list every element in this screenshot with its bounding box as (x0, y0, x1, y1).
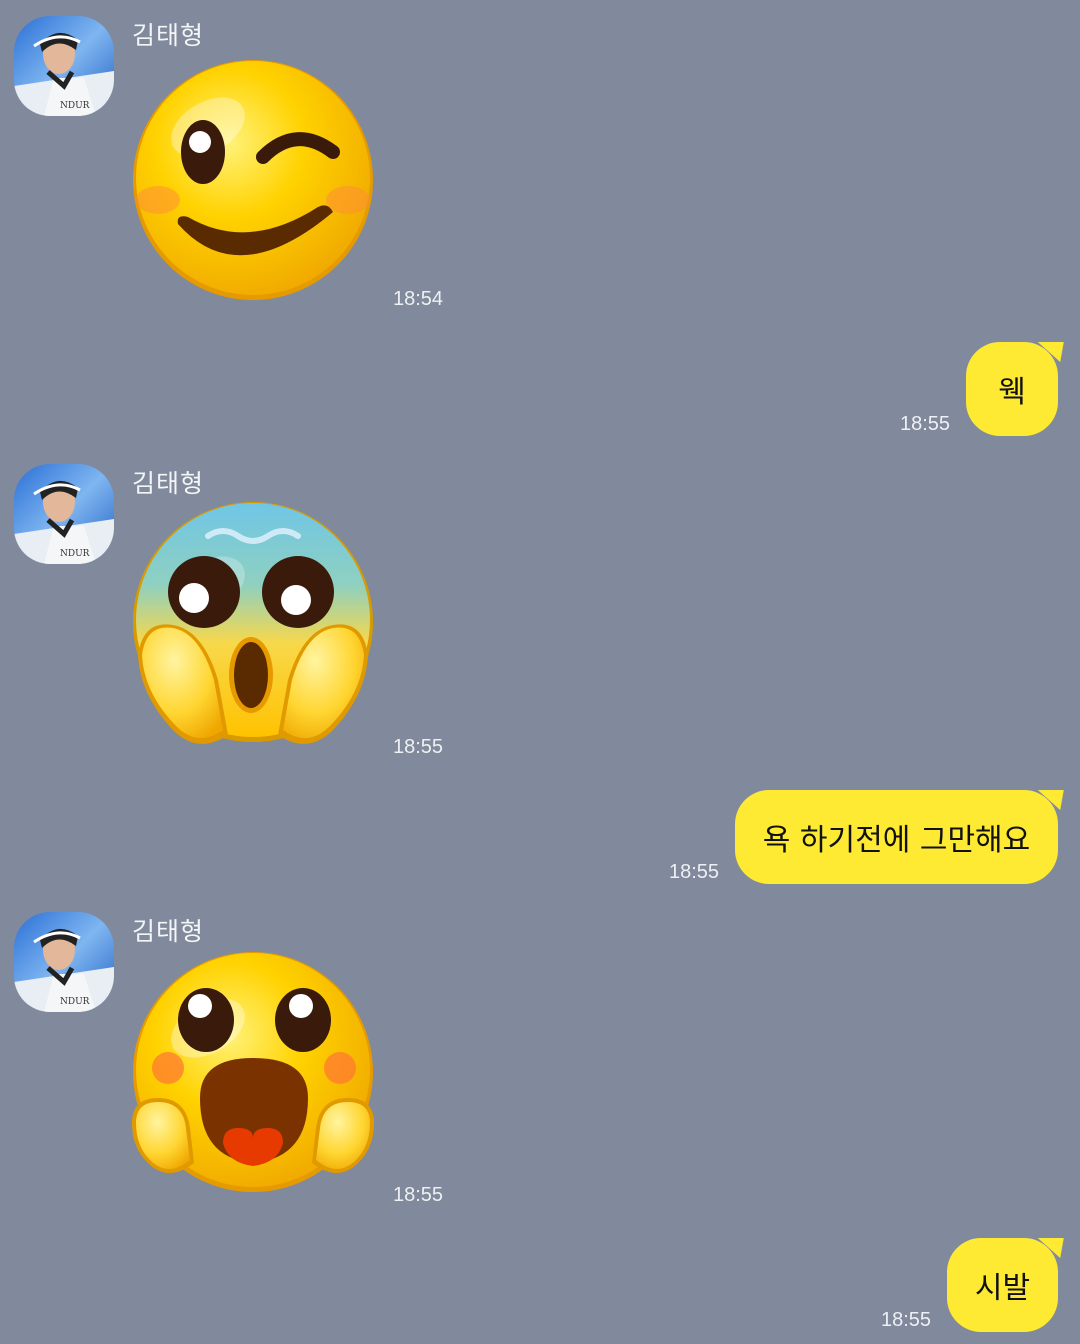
astonished-face-icon[interactable] (128, 948, 378, 1198)
svg-text:NDUR: NDUR (60, 549, 90, 559)
winking-face-icon[interactable] (128, 52, 378, 302)
svg-text:NDUR: NDUR (60, 997, 90, 1007)
message-text: 웩 (998, 375, 1026, 410)
message-time: 18:54 (393, 288, 444, 310)
sent-message-bubble[interactable]: 시발 (947, 1238, 1058, 1332)
sender-name: 김태형 (132, 469, 205, 498)
svg-text:NDUR: NDUR (60, 101, 90, 111)
sender-avatar[interactable]: NDUR (14, 464, 114, 564)
message-text: 시발 (974, 1271, 1031, 1306)
message-time: 18:55 (393, 736, 444, 758)
sender-name: 김태형 (132, 917, 205, 946)
sent-message-bubble[interactable]: 웩 (966, 342, 1058, 436)
message-time: 18:55 (393, 1184, 444, 1206)
chat-room: NDUR 김태형 18:54 18:55 웩 NDUR 김태형 18:55 18… (0, 0, 1080, 1344)
message-time: 18:55 (900, 413, 951, 435)
sender-avatar[interactable]: NDUR (14, 16, 114, 116)
message-text: 욕 하기전에 그만해요 (762, 823, 1031, 858)
message-time: 18:55 (881, 1309, 932, 1331)
sent-message-bubble[interactable]: 욕 하기전에 그만해요 (735, 790, 1058, 884)
sender-name: 김태형 (132, 21, 205, 50)
screaming-in-fear-face-icon[interactable] (128, 500, 378, 750)
sender-avatar[interactable]: NDUR (14, 912, 114, 1012)
message-time: 18:55 (669, 861, 720, 883)
